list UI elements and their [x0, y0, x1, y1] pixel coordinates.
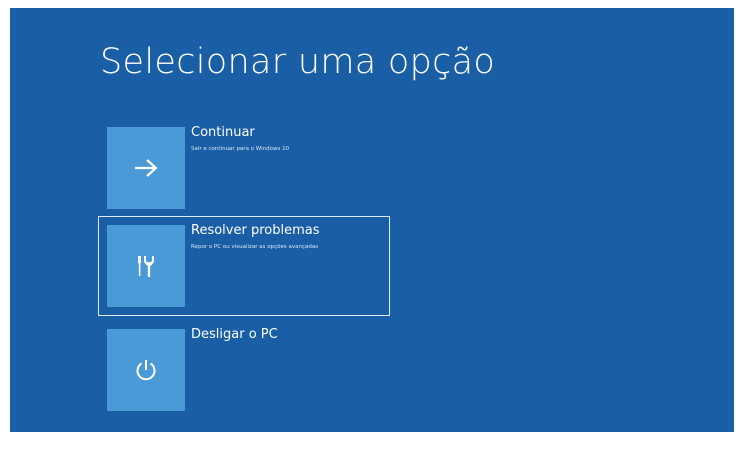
shutdown-title: Desligar o PC [191, 327, 278, 342]
continue-description: Sair e continuar para o Windows 10 [191, 146, 290, 152]
troubleshoot-title: Resolver problemas [191, 223, 320, 238]
tools-icon [138, 256, 154, 277]
arrow-right-icon [135, 159, 158, 177]
continue-tile [107, 127, 185, 209]
shutdown-tile [107, 329, 185, 411]
continue-option[interactable]: Continuar Sair e continuar para o Window… [98, 118, 390, 218]
power-icon [136, 360, 156, 381]
continue-title: Continuar [191, 125, 255, 140]
troubleshoot-tile [107, 225, 185, 307]
troubleshoot-description: Repor o PC ou visualizar as opções avanç… [191, 244, 319, 250]
recovery-screen: Selecionar uma opção Continuar Sair e co… [10, 8, 734, 432]
troubleshoot-option[interactable]: Resolver problemas Repor o PC ou visuali… [98, 216, 390, 316]
page-title: Selecionar uma opção [100, 42, 496, 82]
shutdown-option[interactable]: Desligar o PC [98, 320, 390, 420]
